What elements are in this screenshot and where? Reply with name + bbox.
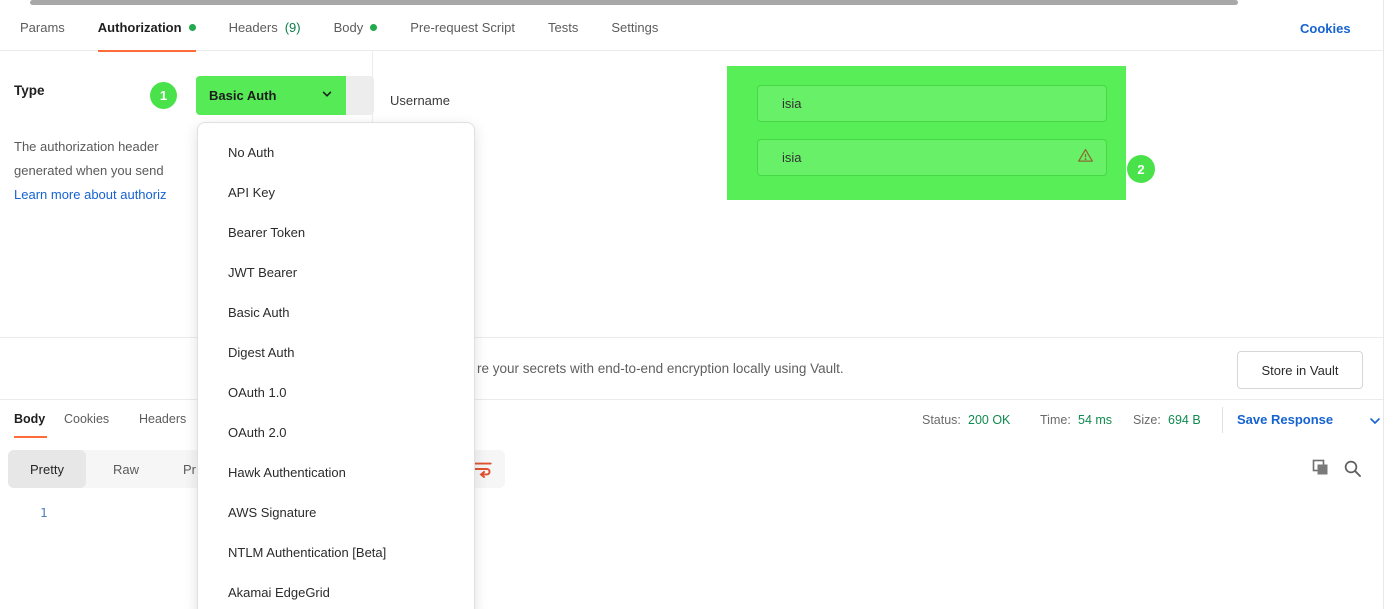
code-line-number: 1: [40, 505, 48, 520]
tab-pre-request-script[interactable]: Pre-request Script: [410, 5, 515, 51]
dropdown-item-digest-auth[interactable]: Digest Auth: [198, 332, 474, 372]
auth-description-line1: The authorization header: [14, 139, 159, 154]
tab-params[interactable]: Params: [20, 5, 65, 51]
username-input[interactable]: [782, 96, 1094, 111]
tab-settings[interactable]: Settings: [611, 5, 658, 51]
annotation-badge-1: 1: [150, 82, 177, 109]
chevron-down-icon: [321, 87, 333, 105]
dropdown-item-hawk-authentication[interactable]: Hawk Authentication: [198, 452, 474, 492]
tab-label: Params: [20, 20, 65, 35]
username-field-wrap: [757, 85, 1107, 122]
password-input[interactable]: [782, 150, 1077, 165]
tab-label: Headers: [229, 20, 278, 35]
cookies-link[interactable]: Cookies: [1300, 21, 1351, 36]
headers-count: (9): [285, 20, 301, 35]
warning-icon: [1077, 147, 1094, 169]
auth-type-label: Type: [14, 83, 45, 98]
dropdown-item-jwt-bearer[interactable]: JWT Bearer: [198, 252, 474, 292]
time-value: 54 ms: [1078, 413, 1112, 427]
username-label: Username: [390, 93, 450, 108]
response-tab-headers[interactable]: Headers: [139, 412, 186, 426]
response-tab-body[interactable]: Body: [14, 412, 45, 426]
auth-type-select[interactable]: Basic Auth: [196, 76, 374, 115]
tab-label: Body: [334, 20, 364, 35]
dropdown-item-basic-auth[interactable]: Basic Auth: [198, 292, 474, 332]
request-tab-bar: Params Authorization Headers (9) Body Pr…: [0, 5, 1383, 51]
tab-label: Pre-request Script: [410, 20, 515, 35]
dropdown-item-ntlm-authentication[interactable]: NTLM Authentication [Beta]: [198, 532, 474, 572]
tab-label: Settings: [611, 20, 658, 35]
annotation-highlight-box: [727, 66, 1126, 200]
tab-body[interactable]: Body: [334, 5, 378, 51]
auth-type-dropdown-menu: No Auth API Key Bearer Token JWT Bearer …: [197, 122, 475, 609]
postman-request-panel: Params Authorization Headers (9) Body Pr…: [0, 0, 1395, 609]
green-dot-icon: [370, 24, 377, 31]
status-label: Status:: [922, 413, 961, 427]
view-tab-raw[interactable]: Raw: [113, 450, 139, 488]
dropdown-item-no-auth[interactable]: No Auth: [198, 132, 474, 172]
chevron-down-icon[interactable]: [1368, 414, 1382, 433]
store-in-vault-button[interactable]: Store in Vault: [1237, 351, 1363, 389]
dropdown-item-aws-signature[interactable]: AWS Signature: [198, 492, 474, 532]
dropdown-item-oauth-1[interactable]: OAuth 1.0: [198, 372, 474, 412]
password-field-wrap: [757, 139, 1107, 176]
green-dot-icon: [189, 24, 196, 31]
vault-banner-text: re your secrets with end-to-end encrypti…: [477, 361, 844, 376]
size-value: 694 B: [1168, 413, 1201, 427]
dropdown-item-oauth-2[interactable]: OAuth 2.0: [198, 412, 474, 452]
search-icon[interactable]: [1343, 459, 1362, 483]
tab-authorization[interactable]: Authorization: [98, 5, 196, 51]
save-response-button[interactable]: Save Response: [1237, 412, 1333, 427]
tab-headers[interactable]: Headers (9): [229, 5, 301, 51]
dropdown-item-bearer-token[interactable]: Bearer Token: [198, 212, 474, 252]
time-label: Time:: [1040, 413, 1071, 427]
response-tab-cookies[interactable]: Cookies: [64, 412, 109, 426]
tab-label: Tests: [548, 20, 578, 35]
view-tab-pretty[interactable]: Pretty: [8, 450, 86, 488]
auth-type-value: Basic Auth: [209, 88, 321, 103]
status-value: 200 OK: [968, 413, 1010, 427]
auth-description-line2: generated when you send: [14, 163, 164, 178]
dropdown-item-api-key[interactable]: API Key: [198, 172, 474, 212]
tab-tests[interactable]: Tests: [548, 5, 578, 51]
copy-icon[interactable]: [1312, 459, 1330, 482]
view-tab-preview[interactable]: Pr: [183, 450, 196, 488]
response-tab-underline: [14, 436, 47, 438]
tab-label: Authorization: [98, 20, 182, 35]
right-edge-divider: [1383, 0, 1384, 609]
auth-type-highlight: Basic Auth: [196, 76, 346, 115]
size-label: Size:: [1133, 413, 1161, 427]
annotation-badge-2: 2: [1127, 155, 1155, 183]
dropdown-item-akamai-edgegrid[interactable]: Akamai EdgeGrid: [198, 572, 474, 609]
learn-more-link[interactable]: Learn more about authoriz: [14, 187, 166, 202]
meta-divider: [1222, 407, 1223, 433]
